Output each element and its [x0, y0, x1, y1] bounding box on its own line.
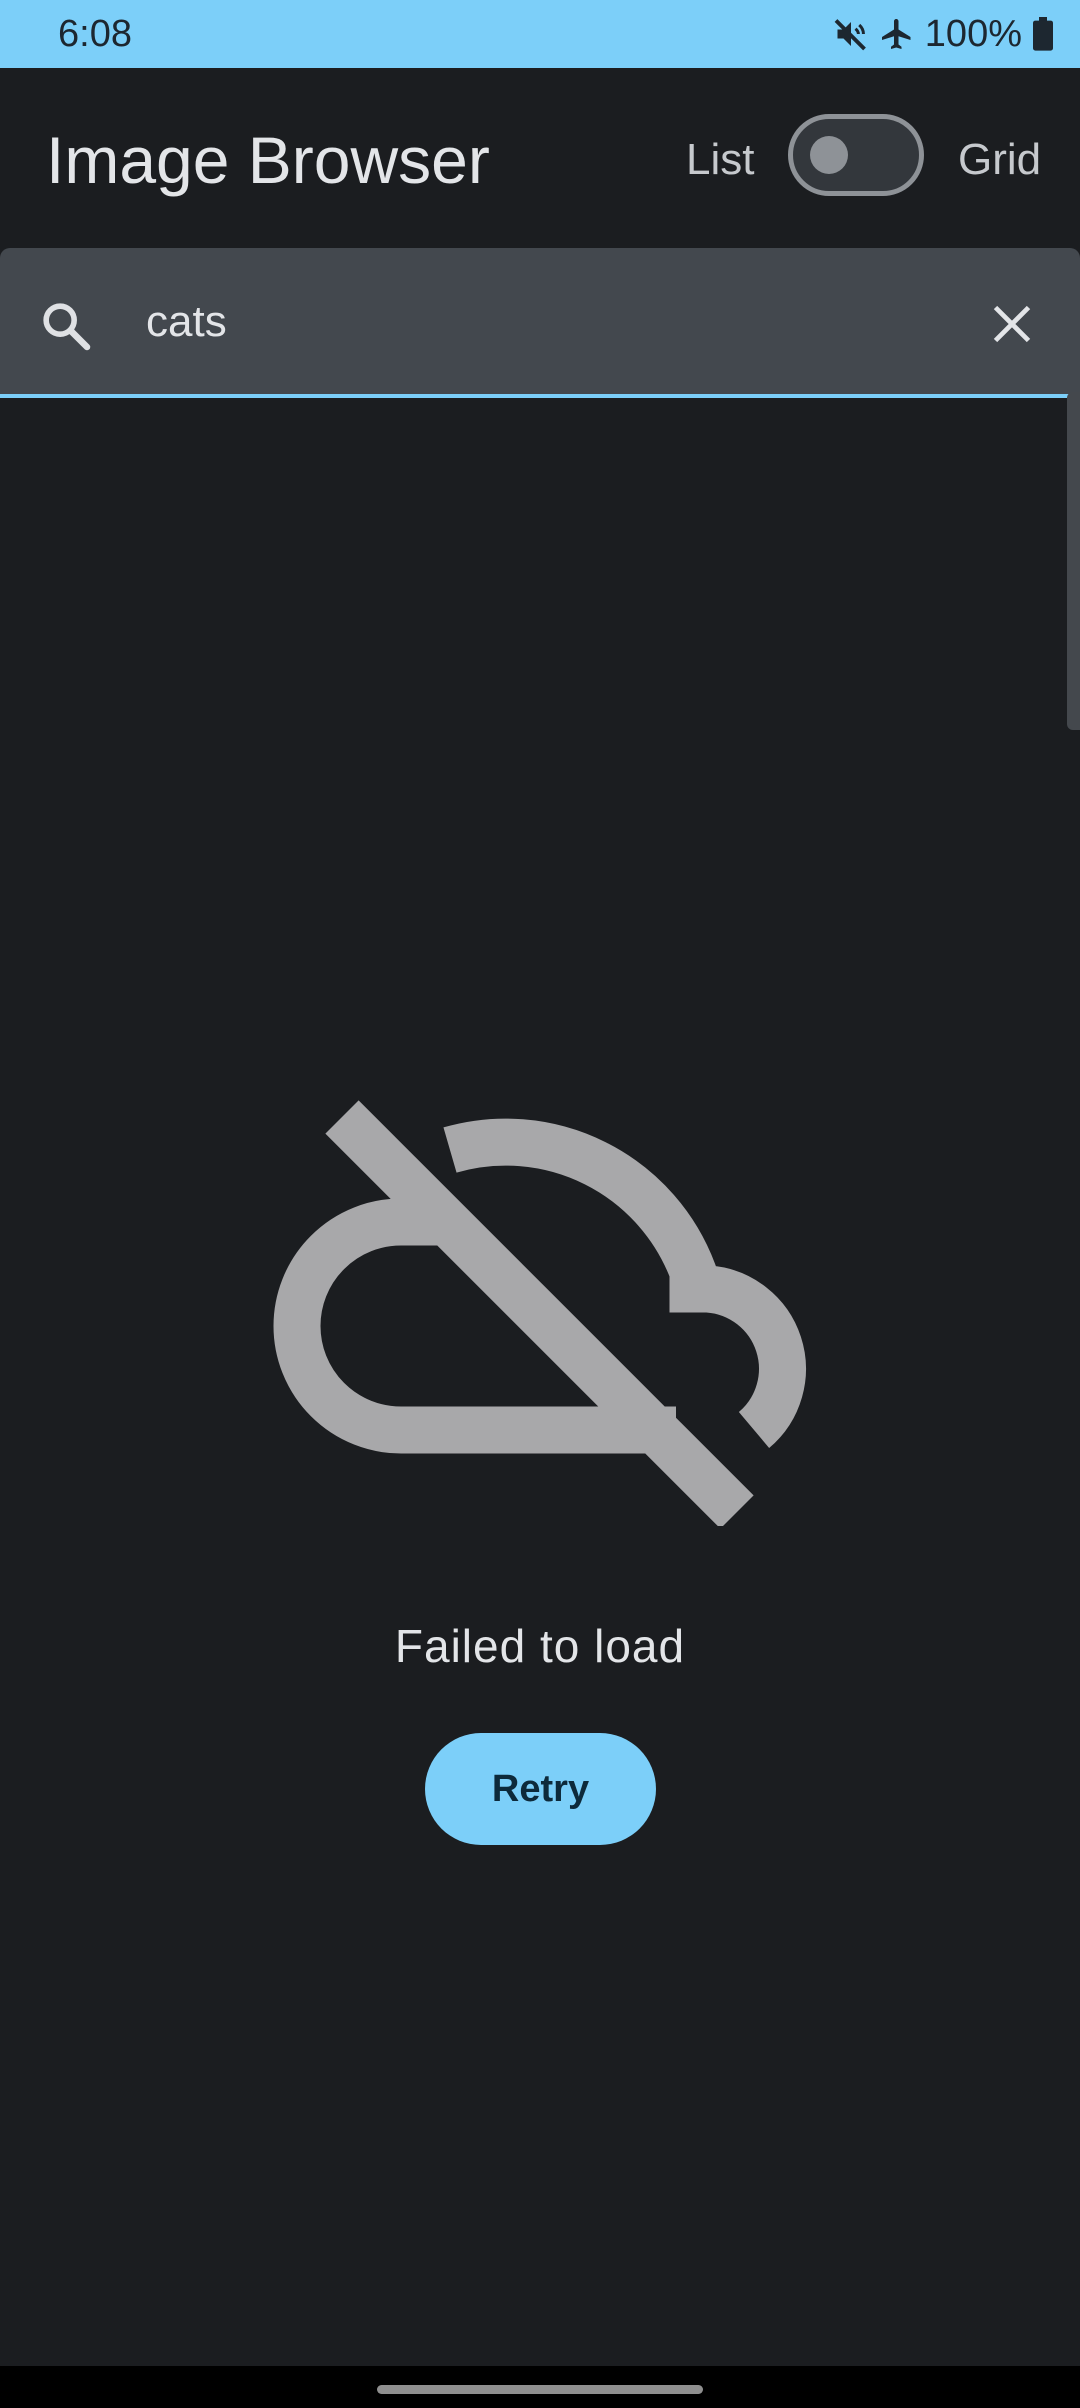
list-label: List [686, 135, 755, 184]
clear-search-button[interactable] [982, 296, 1042, 356]
page-title: Image Browser [46, 123, 490, 197]
app-bar: Image Browser List Grid [0, 68, 1080, 248]
error-message: Failed to load [394, 1620, 686, 1672]
status-bar: 6:08 100% [0, 0, 1080, 68]
search-icon [38, 298, 94, 359]
home-gesture-handle[interactable] [377, 2385, 703, 2394]
navigation-bar [0, 2366, 1080, 2408]
search-input[interactable] [146, 292, 926, 352]
view-mode-switch[interactable] [788, 114, 924, 196]
battery-percentage: 100% [924, 13, 1022, 55]
retry-button[interactable]: Retry [425, 1733, 656, 1845]
status-icons: 100% [833, 10, 1054, 58]
grid-label: Grid [958, 135, 1042, 184]
search-bar [0, 248, 1080, 398]
airplane-mode-icon [879, 16, 915, 52]
cloud-off-icon [256, 1096, 826, 1531]
mute-icon [833, 16, 869, 52]
battery-icon [1032, 17, 1054, 51]
status-time: 6:08 [58, 13, 132, 55]
close-icon [990, 302, 1034, 351]
scrollbar[interactable] [1067, 392, 1080, 730]
switch-thumb [810, 136, 848, 174]
